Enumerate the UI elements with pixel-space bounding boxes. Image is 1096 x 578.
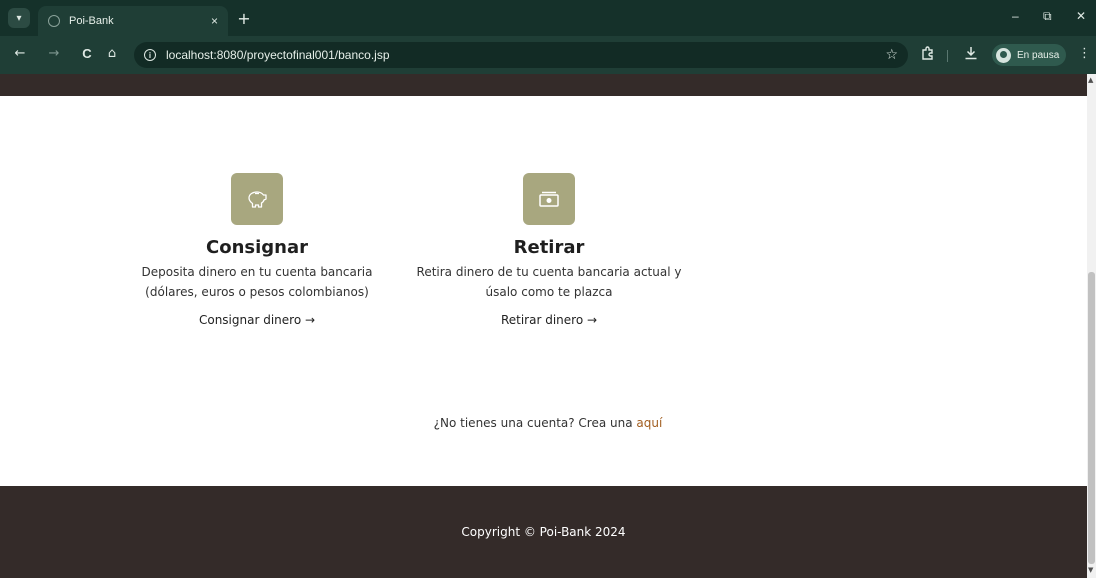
copyright-text: Copyright © Poi-Bank 2024 [461, 525, 626, 539]
feature-retirar: Retirar Retira dinero de tu cuenta banca… [399, 173, 699, 328]
reload-button[interactable]: C [78, 46, 96, 61]
toolbar-divider [947, 50, 948, 62]
retirar-dinero-link[interactable]: Retirar dinero → [501, 313, 597, 327]
scroll-down-icon[interactable]: ▼ [1088, 566, 1093, 574]
feature-description: Retira dinero de tu cuenta bancaria actu… [399, 262, 699, 302]
feature-desc-line: (dólares, euros o pesos colombianos) [145, 285, 369, 299]
footer: Copyright © Poi-Bank 2024 [0, 486, 1087, 578]
signup-text: ¿No tienes una cuenta? Crea una [433, 416, 637, 430]
star-icon[interactable]: ☆ [885, 47, 898, 63]
forward-button[interactable]: → [45, 46, 63, 61]
tab-close-button[interactable]: × [211, 14, 218, 28]
chevron-down-icon: ▾ [16, 12, 22, 24]
profile-button[interactable]: En pausa [992, 44, 1066, 66]
tab-title: Poi-Bank [69, 15, 114, 27]
close-window-button[interactable]: ✕ [1076, 9, 1086, 23]
signup-prompt: ¿No tienes una cuenta? Crea una aquí [0, 416, 1087, 430]
feature-desc-line: úsalo como te plazca [485, 285, 613, 299]
minimize-button[interactable]: – [1012, 9, 1019, 23]
consignar-dinero-link[interactable]: Consignar dinero → [199, 313, 315, 327]
feature-title: Consignar [206, 237, 308, 258]
puzzle-icon[interactable] [921, 46, 935, 64]
cash-icon [523, 173, 575, 225]
favicon-icon [48, 15, 60, 27]
browser-tab-bar: ▾ Poi-Bank × + – ⧉ ✕ [0, 0, 1096, 36]
browser-toolbar: ← → C ⌂ i localhost:8080/proyectofinal00… [0, 36, 1096, 74]
page-viewport: Consignar Deposita dinero en tu cuenta b… [0, 74, 1087, 578]
scrollbar-thumb[interactable] [1088, 272, 1095, 564]
feature-description: Deposita dinero en tu cuenta bancaria (d… [107, 262, 407, 302]
feature-desc-line: Deposita dinero en tu cuenta bancaria [141, 265, 373, 279]
feature-consignar: Consignar Deposita dinero en tu cuenta b… [107, 173, 407, 328]
site-info-icon[interactable]: i [144, 49, 156, 61]
tab-search-button[interactable]: ▾ [8, 8, 30, 28]
restore-button[interactable]: ⧉ [1043, 9, 1052, 24]
address-bar[interactable]: i localhost:8080/proyectofinal001/banco.… [134, 42, 908, 68]
feature-title: Retirar [513, 237, 585, 258]
browser-tab[interactable]: Poi-Bank × [38, 6, 228, 36]
back-button[interactable]: ← [11, 46, 29, 61]
new-tab-button[interactable]: + [234, 8, 254, 28]
header-band [0, 74, 1087, 96]
page-scrollbar[interactable]: ▲ ▼ [1087, 74, 1096, 578]
signup-link[interactable]: aquí [636, 416, 662, 430]
scroll-up-icon[interactable]: ▲ [1088, 76, 1093, 84]
piggy-bank-icon [231, 173, 283, 225]
kebab-icon[interactable]: ⋮ [1078, 46, 1091, 61]
home-button[interactable]: ⌂ [103, 46, 121, 61]
profile-label: En pausa [1017, 49, 1060, 61]
avatar [996, 47, 1011, 63]
feature-desc-line: Retira dinero de tu cuenta bancaria actu… [416, 265, 682, 279]
url-text: localhost:8080/proyectofinal001/banco.js… [166, 48, 390, 62]
download-icon[interactable] [964, 46, 978, 64]
